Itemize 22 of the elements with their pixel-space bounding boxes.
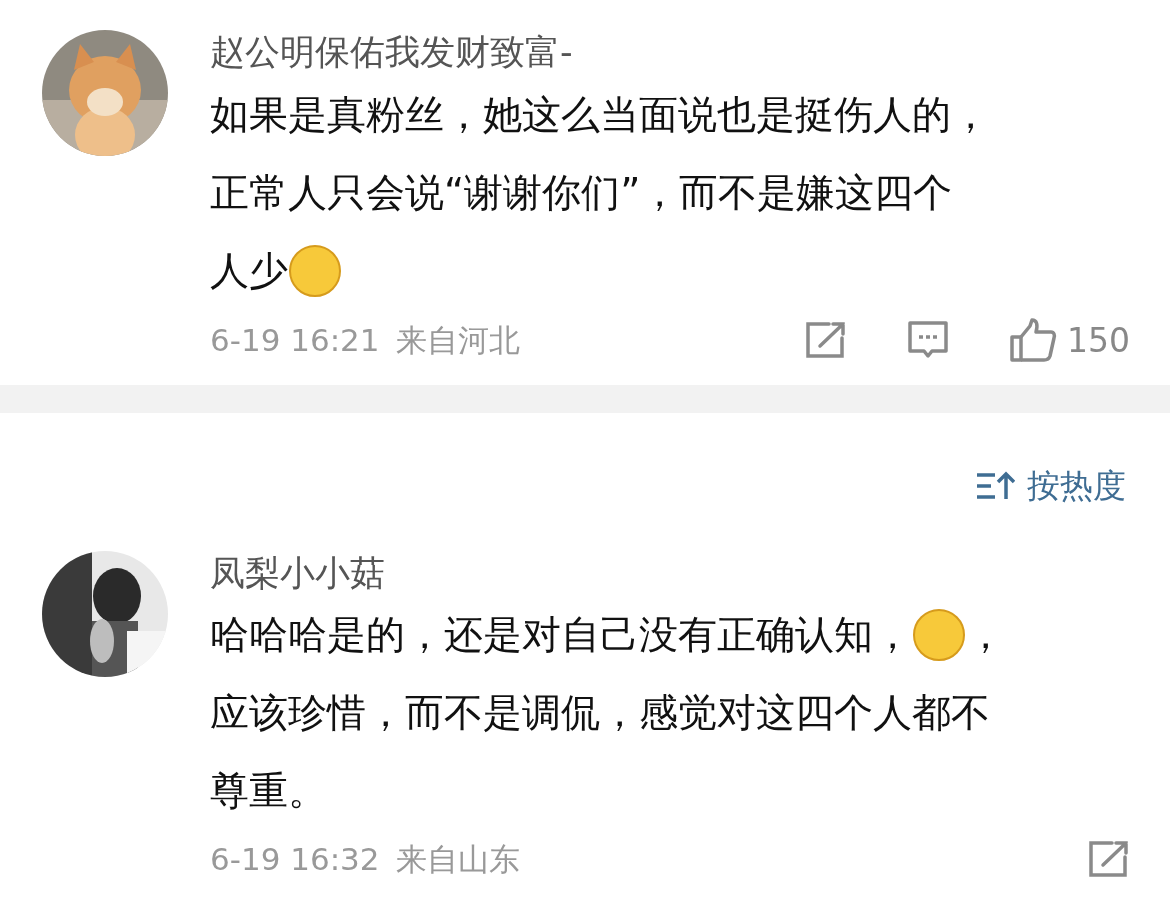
comment-text: 如果是真粉丝，她这么当面说也是挺伤人的，	[210, 90, 990, 139]
sort-button[interactable]: 按热度	[977, 461, 1126, 511]
location-text: 来自山东	[395, 840, 520, 879]
comment-icon[interactable]	[907, 320, 949, 361]
thumbs-up-icon[interactable]	[1009, 318, 1057, 363]
comment-text: 人少	[210, 246, 288, 295]
comment-text: 尊重。	[210, 767, 327, 815]
emoji-icon	[288, 243, 342, 298]
comment-text: 哈哈哈是的，还是对自己没有正确认知，	[210, 611, 912, 659]
like-count: 150	[1067, 319, 1130, 362]
share-icon[interactable]	[1088, 840, 1130, 879]
username: 赵公明保佑我发财致富-	[210, 31, 574, 74]
comment-text: 应该珍惜，而不是调侃，感觉对这四个人都不	[210, 689, 990, 737]
sort-icon	[977, 470, 1015, 501]
location-text: 来自河北	[395, 321, 520, 360]
comment-text: ，	[966, 611, 1005, 659]
username: 凤梨小小菇	[210, 551, 386, 595]
emoji-icon	[912, 608, 966, 662]
share-icon[interactable]	[805, 321, 847, 360]
timestamp: 6-19 16:32	[210, 840, 380, 879]
comment-text: 正常人只会说“谢谢你们”，而不是嫌这四个	[210, 168, 953, 217]
timestamp: 6-19 16:21	[210, 321, 380, 360]
